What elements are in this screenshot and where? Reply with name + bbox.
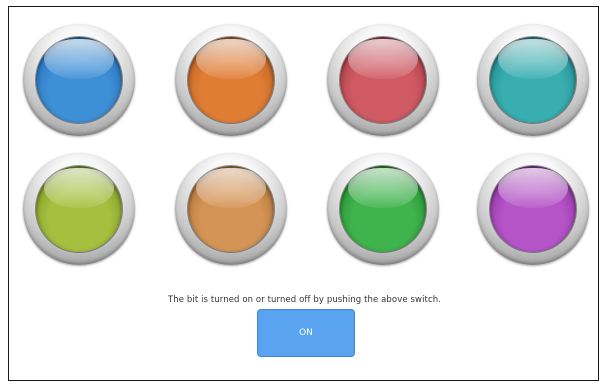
lamp-button-olive[interactable] [23,153,135,265]
instruction-text: The bit is turned on or turned off by pu… [167,295,442,305]
lamp-face-tan [188,166,274,252]
lamp-button-tan[interactable] [175,153,287,265]
lamp-face-purple [490,166,576,252]
on-button-label: ON [299,328,313,338]
lamp-button-teal[interactable] [477,24,589,136]
lamp-button-blue[interactable] [23,24,135,136]
lamp-face-green [340,166,426,252]
lamp-button-green[interactable] [327,153,439,265]
lamp-button-red[interactable] [327,24,439,136]
lamp-face-olive [36,166,122,252]
lamp-panel: The bit is turned on or turned off by pu… [8,6,599,381]
lamp-button-purple[interactable] [477,153,589,265]
lamp-face-teal [490,37,576,123]
lamp-face-blue [36,37,122,123]
lamp-button-orange[interactable] [175,24,287,136]
lamp-face-orange [188,37,274,123]
lamp-face-red [340,37,426,123]
on-button[interactable]: ON [257,309,355,357]
